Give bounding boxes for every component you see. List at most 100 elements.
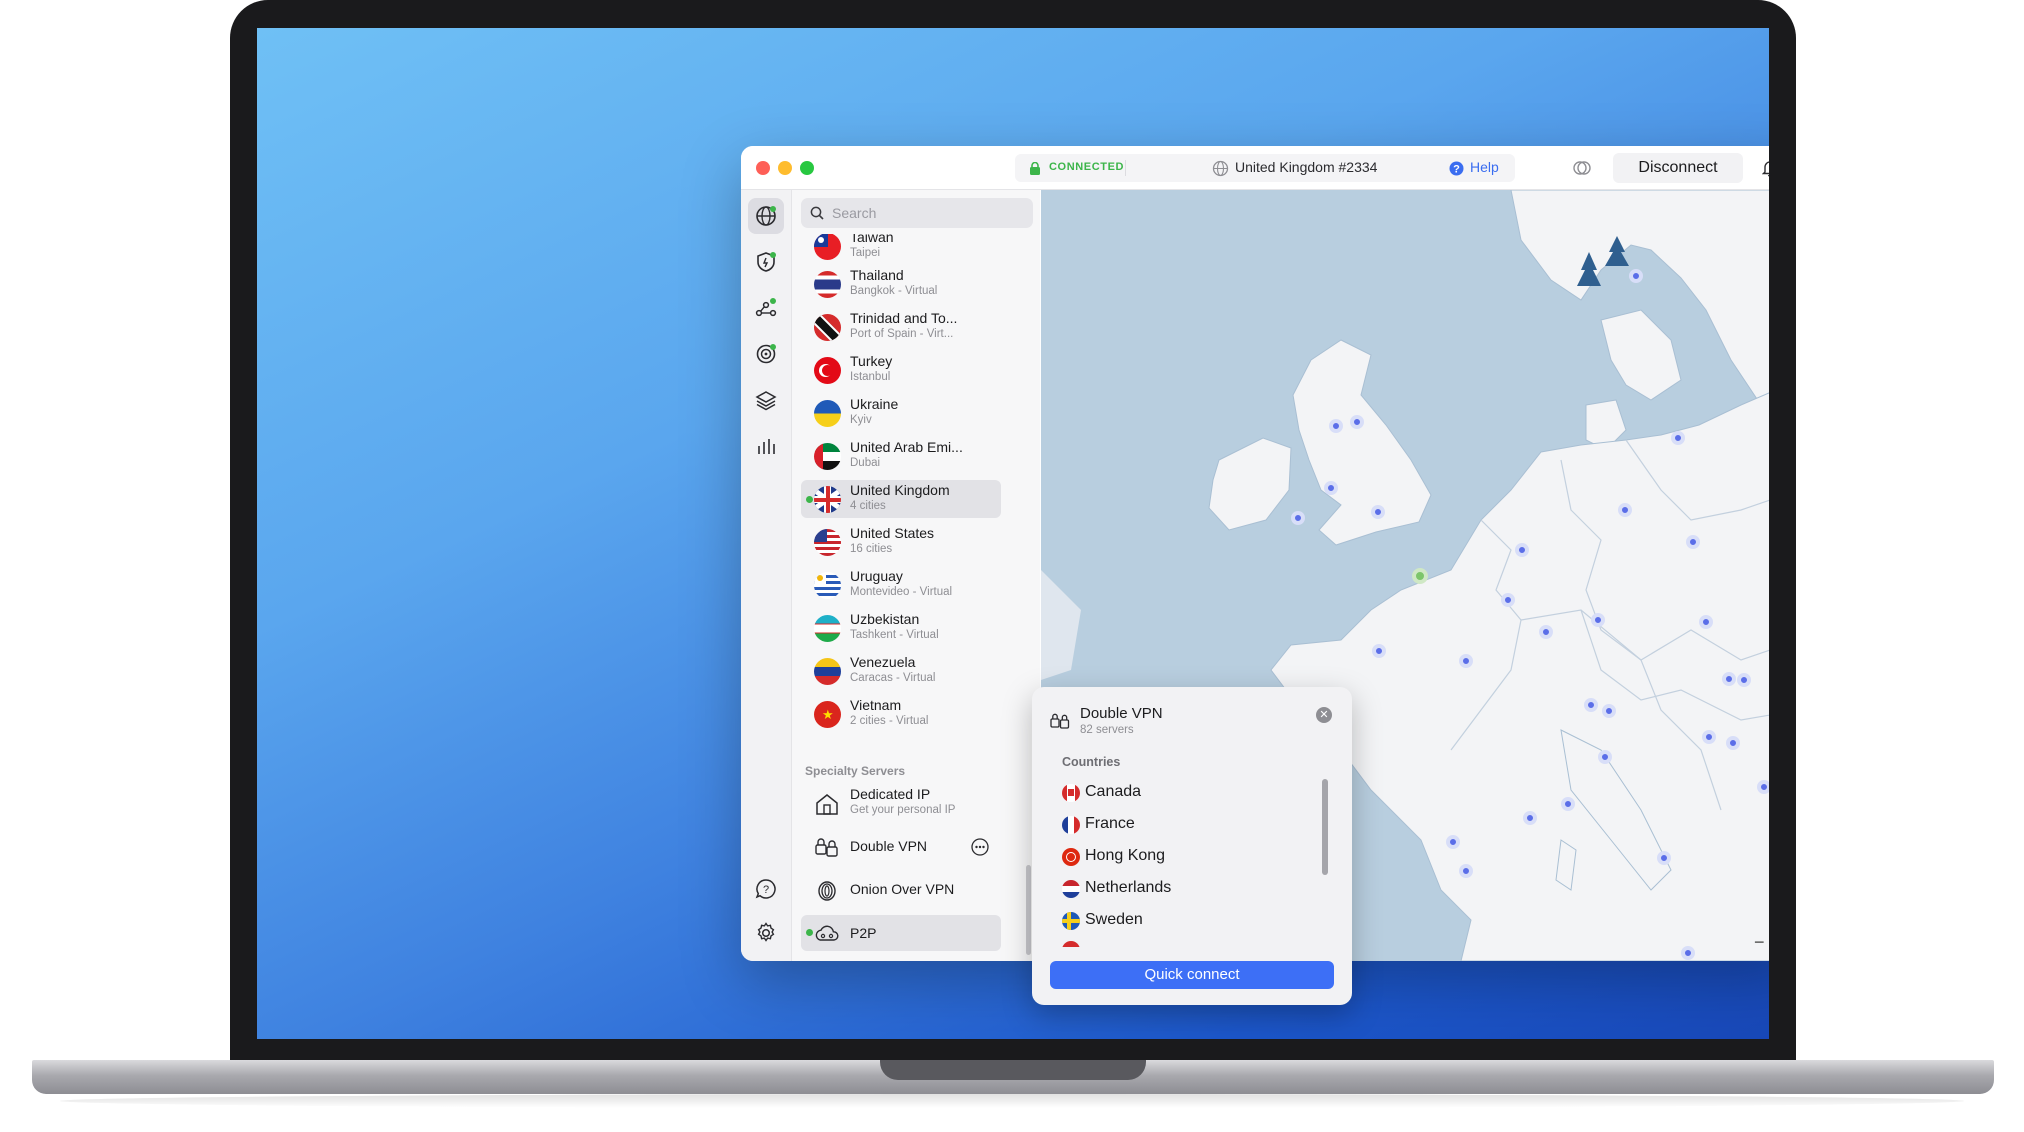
country-detail: Caracas - Virtual <box>850 672 936 684</box>
nav-servers-button[interactable] <box>748 198 784 234</box>
p2p-cloud-icon <box>815 925 839 941</box>
connection-status: CONNECTED <box>1049 161 1125 173</box>
globe-icon <box>1212 160 1229 177</box>
country-row-taiwan[interactable]: Taiwan Taipei <box>801 234 1001 264</box>
popover-country-partial <box>1062 937 1322 947</box>
country-name: Turkey <box>850 353 893 369</box>
united-states-flag-icon <box>814 529 841 556</box>
country-name: Thailand <box>850 267 904 283</box>
popover-country-france[interactable]: France <box>1062 809 1322 839</box>
list-scrollbar[interactable] <box>1026 865 1031 955</box>
specialty-name: Double VPN <box>850 838 928 854</box>
country-name: Uruguay <box>850 568 903 584</box>
popover-country-label: Hong Kong <box>1085 847 1166 864</box>
laptop-notch <box>880 1060 1146 1080</box>
nav-meshnet-button[interactable] <box>748 290 784 326</box>
target-icon <box>756 344 776 364</box>
country-row-united-states[interactable]: United States 16 cities <box>801 523 1001 561</box>
taiwan-flag-icon <box>814 234 841 260</box>
specialty-row-dedicated-ip[interactable]: Dedicated IP Get your personal IP <box>801 784 1001 822</box>
map-zoom-controls: −+ <box>1754 932 1769 953</box>
navigation-rail: ? <box>741 190 792 961</box>
country-row-uruguay[interactable]: Uruguay Montevideo - Virtual <box>801 566 1001 604</box>
quick-connect-button[interactable]: Quick connect <box>1050 961 1334 989</box>
meshnet-icon <box>755 298 777 317</box>
popover-country-sweden[interactable]: Sweden <box>1062 905 1322 935</box>
minimize-window-button[interactable] <box>778 161 792 175</box>
nav-settings-button[interactable] <box>748 915 784 951</box>
onion-icon <box>818 881 836 901</box>
country-detail: Tashkent - Virtual <box>850 629 939 641</box>
venezuela-flag-icon <box>814 658 841 685</box>
nav-specialty-servers-button[interactable] <box>748 382 784 418</box>
country-row-ukraine[interactable]: Ukraine Kyiv <box>801 394 1001 432</box>
popover-country-netherlands[interactable]: Netherlands <box>1062 873 1322 903</box>
connected-indicator <box>806 496 813 503</box>
desktop-screen: CONNECTED United Kingdom #2334 ? Help Di… <box>257 28 1769 1039</box>
sweden-flag-icon <box>1062 912 1080 930</box>
specialty-row-p2p[interactable]: P2P <box>801 915 1001 951</box>
country-row-turkey[interactable]: Turkey Istanbul <box>801 351 1001 389</box>
notification-bell-icon[interactable] <box>1762 159 1769 177</box>
close-window-button[interactable] <box>756 161 770 175</box>
popover-title: Double VPN <box>1080 705 1163 722</box>
turkey-flag-icon <box>814 357 841 384</box>
uzbekistan-flag-icon <box>814 615 841 642</box>
country-name: United Kingdom <box>850 482 950 498</box>
country-row-venezuela[interactable]: Venezuela Caracas - Virtual <box>801 652 1001 690</box>
country-detail: Dubai <box>850 457 881 469</box>
country-name: Trinidad and To... <box>850 310 958 326</box>
canada-flag-icon <box>1062 784 1080 802</box>
popover-country-canada[interactable]: Canada <box>1062 777 1322 807</box>
bar-chart-icon <box>758 439 775 454</box>
country-detail: 2 cities - Virtual <box>850 715 929 727</box>
country-row-thailand[interactable]: Thailand Bangkok - Virtual <box>801 265 1001 303</box>
country-row-united-kingdom[interactable]: United Kingdom 4 cities <box>801 480 1001 518</box>
disconnect-button[interactable]: Disconnect <box>1613 153 1743 183</box>
close-icon[interactable]: ✕ <box>1316 707 1332 723</box>
country-name: Taiwan <box>850 234 894 245</box>
nav-help-button[interactable]: ? <box>748 871 784 907</box>
country-row-uae[interactable]: United Arab Emi... Dubai <box>801 437 1001 475</box>
search-input[interactable]: Search <box>801 198 1033 228</box>
ukraine-flag-icon <box>814 400 841 427</box>
country-row-uzbekistan[interactable]: Uzbekistan Tashkent - Virtual <box>801 609 1001 647</box>
layers-icon <box>755 391 777 411</box>
country-name: Vietnam <box>850 697 902 713</box>
vietnam-flag-icon: ★ <box>814 701 841 728</box>
more-options-icon[interactable] <box>971 838 989 856</box>
country-row-vietnam[interactable]: ★ Vietnam 2 cities - Virtual <box>801 695 1001 733</box>
nav-statistics-button[interactable] <box>748 428 784 464</box>
trinidad-flag-icon <box>814 314 841 341</box>
nav-dark-web-monitor-button[interactable] <box>748 336 784 372</box>
specialty-row-onion-over-vpn[interactable]: Onion Over VPN <box>801 872 1001 906</box>
zoom-out-button[interactable]: − <box>1754 932 1765 952</box>
gear-icon <box>757 922 775 942</box>
country-detail: 4 cities <box>850 500 886 512</box>
country-detail: Istanbul <box>850 371 891 383</box>
popover-scrollbar[interactable] <box>1322 779 1328 875</box>
house-icon <box>816 794 838 815</box>
specialty-row-double-vpn[interactable]: Double VPN <box>801 829 1001 863</box>
popover-subtitle: 82 servers <box>1080 724 1134 736</box>
popover-country-label: Canada <box>1085 783 1142 800</box>
help-icon[interactable]: ? <box>1449 161 1464 176</box>
popover-country-hong-kong[interactable]: Hong Kong <box>1062 841 1322 871</box>
threat-protection-icon[interactable] <box>1572 158 1592 178</box>
uruguay-flag-icon <box>814 572 841 599</box>
current-server: United Kingdom #2334 <box>1235 159 1378 175</box>
search-placeholder: Search <box>832 205 877 221</box>
flag-icon <box>1062 941 1080 947</box>
country-detail: Montevideo - Virtual <box>850 586 953 598</box>
country-row-trinidad[interactable]: Trinidad and To... Port of Spain - Virt.… <box>801 308 1001 346</box>
maximize-window-button[interactable] <box>800 161 814 175</box>
lock-icon <box>1030 162 1040 175</box>
help-link[interactable]: Help <box>1470 159 1499 175</box>
nav-threat-protection-button[interactable] <box>748 244 784 280</box>
double-vpn-popover: Double VPN 82 servers ✕ Countries Canada… <box>1032 687 1352 1005</box>
double-lock-icon <box>1050 713 1070 729</box>
double-lock-icon <box>815 838 838 857</box>
country-name: Uzbekistan <box>850 611 920 627</box>
shield-icon <box>757 252 776 272</box>
search-icon <box>810 206 824 220</box>
